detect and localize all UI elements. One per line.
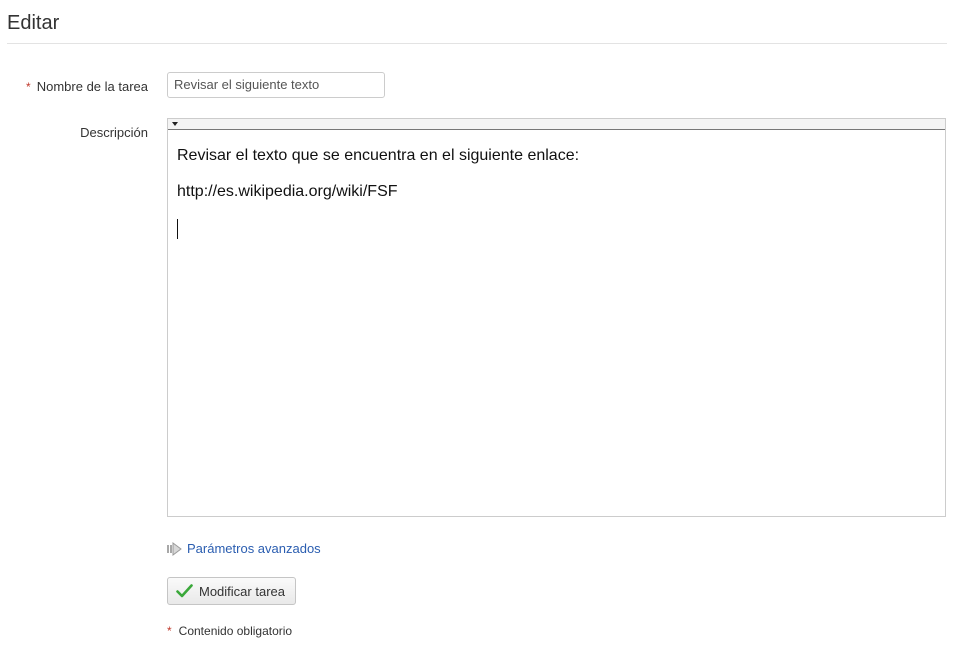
description-editor[interactable]: Revisar el texto que se encuentra en el … — [167, 118, 946, 517]
required-marker: * — [26, 80, 31, 94]
editor-paragraph: http://es.wikipedia.org/wiki/FSF — [177, 183, 398, 200]
modify-task-button[interactable]: Modificar tarea — [167, 577, 296, 605]
advanced-parameters-link[interactable]: Parámetros avanzados — [167, 541, 321, 556]
required-marker: * — [167, 624, 172, 638]
task-name-label: * Nombre de la tarea — [20, 79, 148, 94]
modify-task-label: Modificar tarea — [199, 583, 285, 599]
edit-task-page: Editar * Nombre de la tarea Revisar el si… — [0, 0, 958, 652]
task-name-input[interactable]: Revisar el siguiente texto — [167, 72, 385, 98]
editor-toolbar[interactable] — [168, 119, 945, 130]
advanced-parameters-label: Parámetros avanzados — [187, 541, 321, 556]
checkmark-icon — [176, 584, 193, 598]
task-name-label-text: Nombre de la tarea — [36, 79, 148, 94]
required-note-text: Contenido obligatorio — [178, 624, 293, 638]
arrow-right-icon — [167, 541, 183, 556]
title-divider — [7, 43, 947, 44]
toolbar-expand-icon[interactable] — [172, 122, 178, 126]
editor-paragraph: Revisar el texto que se encuentra en el … — [177, 147, 580, 164]
text-cursor — [177, 219, 178, 239]
editor-content[interactable]: Revisar el texto que se encuentra en el … — [177, 147, 935, 239]
page-title: Editar — [7, 12, 60, 34]
description-label: Descripción — [80, 125, 148, 140]
required-note: * Contenido obligatorio — [167, 624, 292, 638]
